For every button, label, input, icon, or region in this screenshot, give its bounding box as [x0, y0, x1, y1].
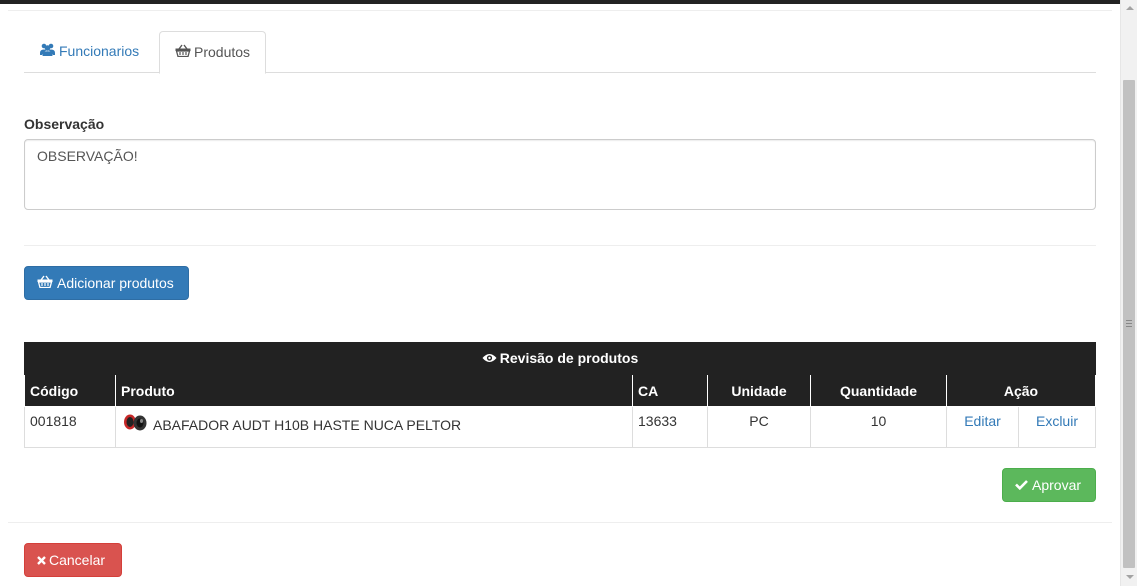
top-bar	[0, 0, 1120, 4]
approve-label: Aprovar	[1032, 477, 1082, 493]
cell-delete: Excluir	[1018, 406, 1096, 448]
observation-textarea[interactable]: OBSERVAÇÃO!	[24, 139, 1096, 210]
column-header-quantidade: Quantidade	[810, 374, 947, 407]
column-header-ca: CA	[632, 374, 708, 407]
cell-unit: PC	[707, 406, 811, 448]
product-thumbnail-icon	[121, 413, 149, 431]
edit-link[interactable]: Editar	[964, 413, 1001, 429]
add-products-button[interactable]: Adicionar produtos	[24, 266, 189, 300]
scroll-up-arrow-icon[interactable]	[1121, 0, 1137, 17]
product-name: ABAFADOR AUDT H10B HASTE NUCA PELTOR	[153, 417, 462, 434]
scroll-thumb[interactable]	[1123, 80, 1135, 568]
delete-link[interactable]: Excluir	[1036, 413, 1078, 429]
users-icon	[39, 31, 56, 72]
cell-code: 001818	[24, 406, 116, 448]
vertical-scrollbar[interactable]	[1120, 0, 1137, 586]
column-header-unidade: Unidade	[707, 374, 811, 407]
eye-icon	[482, 350, 497, 366]
table-caption: Revisão de produtos	[24, 342, 1096, 375]
table-row: 001818 ABAFADOR AUDT H10B HASTE NUCA PEL…	[24, 406, 1096, 448]
basket-icon	[175, 32, 191, 73]
check-icon	[1015, 469, 1028, 501]
basket-icon	[37, 267, 53, 299]
add-products-label: Adicionar produtos	[57, 275, 174, 291]
table-caption-text: Revisão de produtos	[499, 349, 639, 366]
times-icon	[37, 544, 46, 576]
cell-edit: Editar	[946, 406, 1019, 448]
divider	[8, 522, 1112, 523]
column-header-acao: Ação	[946, 374, 1096, 407]
divider	[24, 245, 1096, 246]
cell-product: ABAFADOR AUDT H10B HASTE NUCA PELTOR	[115, 406, 633, 448]
tab-produtos[interactable]: Produtos	[159, 31, 267, 74]
divider	[8, 10, 1112, 11]
observation-label: Observação	[24, 116, 105, 132]
tab-label: Funcionarios	[59, 43, 140, 59]
approve-button[interactable]: Aprovar	[1002, 468, 1096, 502]
grip-icon	[1126, 320, 1132, 327]
cell-quantity: 10	[810, 406, 947, 448]
column-header-codigo: Código	[24, 374, 116, 407]
tab-bar: Funcionarios Produtos	[24, 31, 1096, 74]
tab-label: Produtos	[194, 44, 251, 60]
products-table: Revisão de produtos Código Produto CA Un…	[24, 342, 1096, 448]
scroll-down-arrow-icon[interactable]	[1121, 569, 1137, 586]
cancel-label: Cancelar	[49, 552, 106, 568]
column-header-produto: Produto	[115, 374, 633, 407]
tab-funcionarios[interactable]: Funcionarios	[24, 31, 154, 73]
cancel-button[interactable]: Cancelar	[24, 543, 122, 577]
cell-ca: 13633	[632, 406, 708, 448]
